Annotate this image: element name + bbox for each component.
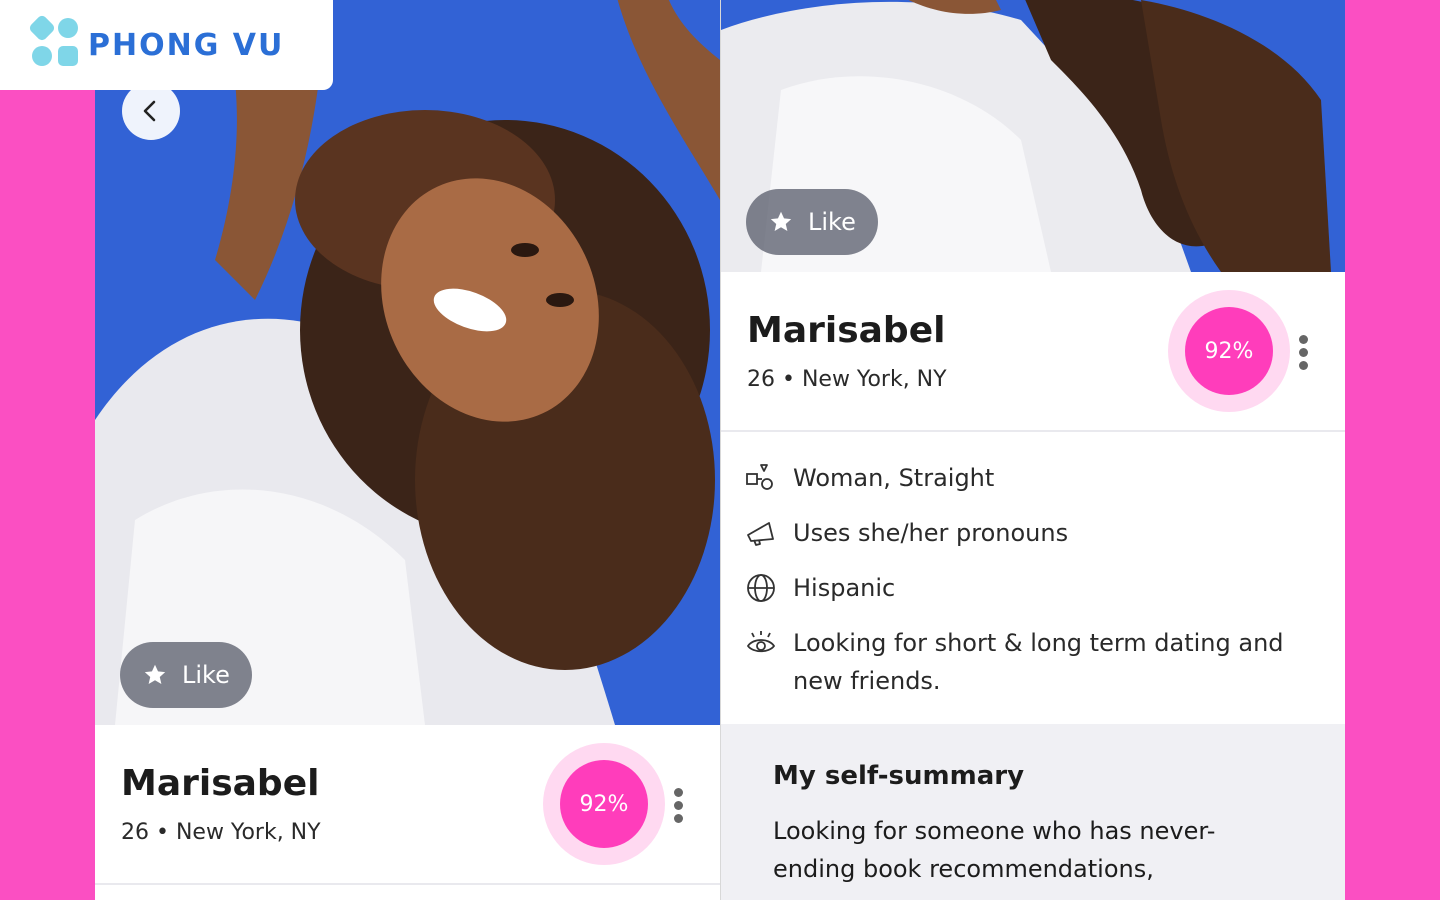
detail-text: Looking for short & long term dating and… [793, 629, 1284, 695]
like-label: Like [182, 661, 230, 689]
detail-text: Woman, Straight [793, 464, 995, 492]
like-button[interactable]: Like [746, 189, 878, 255]
profile-screen-left: Like Marisabel 26 • New York, NY 92% [95, 0, 720, 900]
profile-name: Marisabel [747, 310, 946, 351]
profile-name: Marisabel [121, 763, 320, 804]
star-icon [144, 664, 166, 684]
like-label: Like [808, 208, 856, 236]
detail-row-identity: Woman, Straight [745, 462, 1313, 497]
more-options-icon[interactable] [674, 788, 684, 824]
star-icon [770, 211, 792, 231]
back-button[interactable] [122, 82, 180, 140]
logo-text: PHONG VU [88, 27, 285, 63]
gender-shapes-icon [746, 464, 773, 490]
detail-row-pronouns: Uses she/her pronouns [745, 517, 1313, 552]
eye-icon [746, 631, 776, 653]
profile-header: Marisabel 26 • New York, NY 92% [95, 725, 720, 885]
match-percentage: 92% [1185, 307, 1273, 395]
match-percentage-badge[interactable]: 92% [543, 743, 665, 865]
profile-age-location: 26 • New York, NY [121, 820, 321, 845]
self-summary-text: Looking for someone who has never-ending… [773, 817, 1216, 883]
profile-screen-right: Like Marisabel 26 • New York, NY 92% Wom… [720, 0, 1345, 900]
profile-details: Woman, Straight Uses she/her pronouns Hi… [721, 432, 1345, 724]
match-percentage: 92% [560, 760, 648, 848]
match-percentage-badge[interactable]: 92% [1168, 290, 1290, 412]
detail-text: Hispanic [793, 574, 896, 602]
detail-row-ethnicity: Hispanic [745, 572, 1313, 607]
profile-photo[interactable] [95, 0, 720, 725]
profile-age-location: 26 • New York, NY [747, 367, 947, 392]
brand-logo: PHONG VU [0, 0, 333, 90]
detail-row-looking-for: Looking for short & long term dating and… [745, 627, 1313, 700]
globe-icon [747, 574, 775, 602]
self-summary-title: My self-summary [773, 761, 1025, 791]
profile-header: Marisabel 26 • New York, NY 92% [721, 272, 1345, 432]
more-options-icon[interactable] [1299, 335, 1309, 371]
detail-text: Uses she/her pronouns [793, 519, 1069, 547]
logo-mark-icon [27, 13, 82, 72]
like-button[interactable]: Like [120, 642, 252, 708]
megaphone-icon [747, 522, 774, 546]
self-summary-section: My self-summary Looking for someone who … [721, 724, 1345, 900]
chevron-left-icon [143, 100, 156, 122]
